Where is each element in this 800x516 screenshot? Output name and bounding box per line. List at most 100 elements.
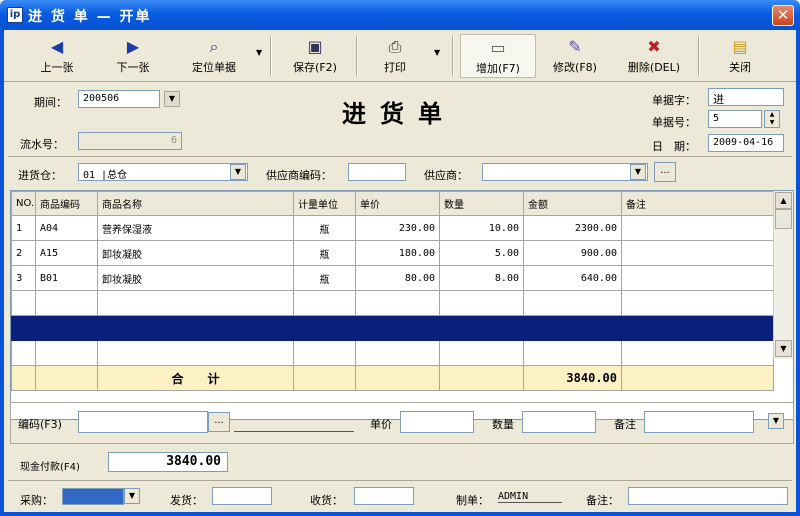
edit-button[interactable]: ✎ 修改(F8) [540,34,610,78]
row-note[interactable] [621,265,774,291]
period-input[interactable]: 200506 [78,90,160,108]
row-amount[interactable]: 640.00 [523,265,622,291]
scroll-down-icon[interactable]: ▼ [775,340,792,357]
next-record-label: 下一张 [116,61,150,74]
print-label: 打印 [384,61,406,74]
doc-number-spinner[interactable]: ▲ ▼ [764,110,780,128]
selected-row[interactable] [11,315,774,341]
row-code[interactable]: B01 [35,265,98,291]
row-no: 2 [11,240,36,266]
next-record-button[interactable]: ▶ 下一张 [98,34,168,78]
document-title: 进货单 [342,99,456,128]
prev-arrow-icon: ◀ [50,37,64,56]
table-row[interactable]: 2 A15 卸妆凝胶 瓶 180.00 5.00 900.00 [11,240,774,266]
row-price[interactable]: 80.00 [355,265,440,291]
spin-up-icon[interactable]: ▲ [765,111,779,119]
row-price[interactable]: 230.00 [355,215,440,241]
row-note[interactable] [621,215,774,241]
total-row: 合 计 3840.00 [11,365,774,391]
supplier-browse-button[interactable]: ... [654,162,676,182]
row-name[interactable]: 营养保湿液 [97,215,294,241]
doc-number-label: 单据号： [652,116,696,129]
locate-document-label: 定位单据 [192,61,236,74]
supplier-select[interactable] [482,163,648,181]
locate-dropdown-icon[interactable]: ▼ [256,48,262,57]
table-row[interactable]: 3 B01 卸妆凝胶 瓶 80.00 8.00 640.00 [11,265,774,291]
scroll-thumb[interactable] [775,209,792,229]
purchase-label: 采购： [20,494,53,507]
print-dropdown-icon[interactable]: ▼ [434,48,440,57]
table-row[interactable]: 1 A04 营养保湿液 瓶 230.00 10.00 2300.00 [11,215,774,241]
row-qty[interactable]: 10.00 [439,215,524,241]
row-note[interactable] [621,240,774,266]
window-close-button[interactable]: ✕ [772,5,794,26]
prev-record-button[interactable]: ◀ 上一张 [22,34,92,78]
empty-row[interactable] [11,340,774,366]
save-button[interactable]: ▣ 保存(F2) [280,34,350,78]
spin-down-icon[interactable]: ▼ [765,119,779,127]
maker-value: ADMIN [498,491,562,503]
title-bar[interactable]: ip 进 货 单 — 开单 ✕ [0,0,800,30]
warehouse-label: 进货仓： [18,169,62,182]
warehouse-select[interactable]: 01 |总仓 [78,163,248,181]
date-input[interactable]: 2009-04-16 [708,134,784,152]
row-name[interactable]: 卸妆凝胶 [97,265,294,291]
delete-label: 删除(DEL) [627,61,681,74]
row-unit[interactable]: 瓶 [293,240,356,266]
period-label: 期间： [34,96,67,109]
row-qty[interactable]: 8.00 [439,265,524,291]
serial-number-input: 6 [78,132,182,150]
items-table: NO. 商品编码 商品名称 计量单位 单价 数量 金额 备注 1 A04 营养保 [11,191,774,391]
row-name[interactable]: 卸妆凝胶 [97,240,294,266]
warehouse-dropdown-icon[interactable]: ▼ [230,164,246,180]
row-amount[interactable]: 900.00 [523,240,622,266]
prev-record-label: 上一张 [40,61,74,74]
entry-frame [10,402,794,444]
doc-word-input[interactable]: 进 [708,88,784,106]
doc-number-input[interactable]: 5 [708,110,762,128]
delete-button[interactable]: ✖ 删除(DEL) [616,34,692,78]
ship-input[interactable] [212,487,272,505]
purchase-select[interactable] [62,488,124,505]
column-header-unit[interactable]: 计量单位 [293,191,356,216]
save-label: 保存(F2) [293,61,337,74]
locate-document-button[interactable]: ⌕ 定位单据 [176,34,252,78]
empty-row[interactable] [11,290,774,316]
add-button[interactable]: ▭ 增加(F7) [460,34,536,78]
edit-label: 修改(F8) [553,61,597,74]
print-button[interactable]: ⎙ 打印 [366,34,424,78]
items-grid[interactable]: NO. 商品编码 商品名称 计量单位 单价 数量 金额 备注 1 A04 营养保 [10,190,794,420]
row-amount[interactable]: 2300.00 [523,215,622,241]
grid-vertical-scrollbar[interactable]: ▲ ▼ [773,191,793,359]
close-folder-icon: ▤ [732,37,748,56]
supplier-dropdown-icon[interactable]: ▼ [630,164,646,180]
maker-label: 制单： [456,494,489,507]
receive-label: 收货： [310,494,343,507]
column-header-no[interactable]: NO. [11,191,36,216]
column-header-qty[interactable]: 数量 [439,191,524,216]
close-button[interactable]: ▤ 关闭 [708,34,772,78]
table-header-row: NO. 商品编码 商品名称 计量单位 单价 数量 金额 备注 [11,191,774,216]
purchase-dropdown-icon[interactable]: ▼ [124,488,140,504]
receive-input[interactable] [354,487,414,505]
cash-payment-input[interactable]: 3840.00 [108,452,228,472]
row-unit[interactable]: 瓶 [293,215,356,241]
doc-word-label: 单据字： [652,94,696,107]
scroll-up-icon[interactable]: ▲ [775,192,792,209]
column-header-note[interactable]: 备注 [621,191,774,216]
period-dropdown-icon[interactable]: ▼ [164,91,180,107]
row-unit[interactable]: 瓶 [293,265,356,291]
column-header-amount[interactable]: 金额 [523,191,622,216]
footer-note-input[interactable] [628,487,788,505]
row-qty[interactable]: 5.00 [439,240,524,266]
column-header-price[interactable]: 单价 [355,191,440,216]
row-code[interactable]: A04 [35,215,98,241]
row-code[interactable]: A15 [35,240,98,266]
supplier-code-input[interactable] [348,163,406,181]
ship-label: 发货： [170,494,203,507]
app-icon: ip [7,7,23,23]
row-no: 1 [11,215,36,241]
column-header-name[interactable]: 商品名称 [97,191,294,216]
column-header-code[interactable]: 商品编码 [35,191,98,216]
row-price[interactable]: 180.00 [355,240,440,266]
